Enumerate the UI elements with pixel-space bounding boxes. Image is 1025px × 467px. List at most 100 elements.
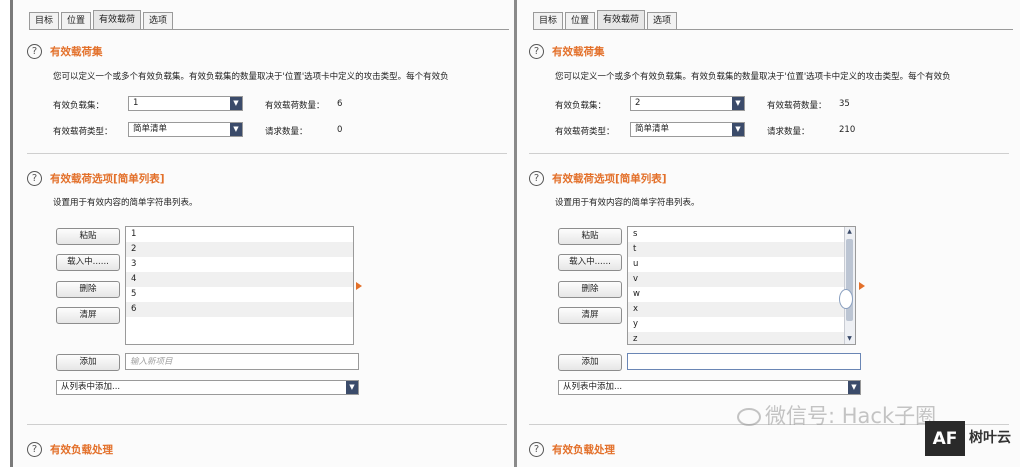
right-intruder-pane: 目标 位置 有效载荷 选项 ? 有效载荷集 您可以定义一个或多个有效负载集。有效… bbox=[514, 0, 1020, 467]
load-button[interactable]: 载入中...... bbox=[56, 254, 120, 271]
payload-set-value: 2 bbox=[635, 98, 641, 108]
payload-set-label: 有效负载集： bbox=[53, 101, 105, 111]
chevron-down-icon: ▼ bbox=[230, 97, 242, 110]
tab-bar: 目标 位置 有效载荷 选项 bbox=[533, 9, 1013, 30]
watermark-text: 微信号: Hack子圈 bbox=[765, 404, 937, 428]
request-count-value: 210 bbox=[839, 125, 856, 135]
add-from-list-select[interactable]: 从列表中添加... ▼ bbox=[56, 380, 359, 395]
request-count-value: 0 bbox=[337, 125, 343, 135]
list-item[interactable]: s bbox=[628, 227, 855, 242]
section-description: 设置用于有效内容的简单字符串列表。 bbox=[53, 198, 198, 208]
payload-count-label: 有效载荷数量： bbox=[767, 101, 827, 111]
section-title: 有效载荷选项[简单列表] bbox=[552, 173, 667, 185]
list-item[interactable]: t bbox=[628, 242, 855, 257]
add-button[interactable]: 添加 bbox=[558, 354, 622, 371]
divider bbox=[529, 153, 1009, 154]
scroll-down-icon[interactable]: ▼ bbox=[845, 334, 854, 344]
list-item[interactable]: v bbox=[628, 272, 855, 287]
add-from-list-label: 从列表中添加... bbox=[563, 382, 623, 392]
payload-set-select[interactable]: 1 ▼ bbox=[128, 96, 243, 111]
expand-arrow-icon[interactable] bbox=[356, 282, 362, 290]
add-from-list-label: 从列表中添加... bbox=[61, 382, 121, 392]
tab-target[interactable]: 目标 bbox=[533, 12, 564, 29]
payload-type-select[interactable]: 简单清单 ▼ bbox=[630, 122, 745, 137]
wechat-icon bbox=[737, 408, 761, 426]
payload-list[interactable]: 1 2 3 4 5 6 bbox=[125, 226, 354, 345]
payload-set-value: 1 bbox=[133, 98, 139, 108]
remove-button[interactable]: 删除 bbox=[56, 281, 120, 298]
list-scrollbar[interactable]: ▲ ▼ bbox=[839, 227, 855, 344]
payload-list[interactable]: s t u v w x y z ▲ ▼ bbox=[627, 226, 856, 345]
payload-sets-header: ? 有效载荷集 bbox=[529, 44, 605, 59]
list-item[interactable]: 6 bbox=[126, 302, 353, 317]
list-item[interactable]: x bbox=[628, 302, 855, 317]
add-from-list-select[interactable]: 从列表中添加... ▼ bbox=[558, 380, 861, 395]
add-item-input[interactable] bbox=[125, 353, 359, 370]
payload-count-value: 6 bbox=[337, 99, 343, 109]
tab-options[interactable]: 选项 bbox=[143, 12, 174, 29]
tab-bar: 目标 位置 有效载荷 选项 bbox=[29, 9, 509, 30]
tab-options[interactable]: 选项 bbox=[647, 12, 678, 29]
list-item[interactable]: 1 bbox=[126, 227, 353, 242]
add-item-input[interactable] bbox=[627, 353, 861, 370]
tab-payloads[interactable]: 有效载荷 bbox=[597, 10, 646, 29]
help-icon[interactable]: ? bbox=[529, 44, 544, 59]
clear-button[interactable]: 清屏 bbox=[558, 307, 622, 324]
section-description: 您可以定义一个或多个有效负载集。有效负载集的数量取决于'位置'选项卡中定义的攻击… bbox=[555, 72, 951, 82]
wechat-watermark: 微信号: Hack子圈 bbox=[737, 400, 936, 430]
chevron-down-icon: ▼ bbox=[346, 381, 358, 394]
tab-target[interactable]: 目标 bbox=[29, 12, 60, 29]
list-item[interactable]: z bbox=[628, 332, 855, 344]
load-button[interactable]: 载入中...... bbox=[558, 254, 622, 271]
section-title: 有效负载处理 bbox=[50, 444, 113, 456]
paste-button[interactable]: 粘贴 bbox=[558, 228, 622, 245]
tab-payloads[interactable]: 有效载荷 bbox=[93, 10, 142, 29]
section-description: 设置用于有效内容的简单字符串列表。 bbox=[555, 198, 700, 208]
help-icon[interactable]: ? bbox=[27, 44, 42, 59]
list-item[interactable]: 2 bbox=[126, 242, 353, 257]
payload-type-value: 简单清单 bbox=[133, 124, 168, 134]
payload-options-header: ? 有效载荷选项[简单列表] bbox=[529, 171, 667, 186]
payload-set-select[interactable]: 2 ▼ bbox=[630, 96, 745, 111]
request-count-label: 请求数量： bbox=[767, 127, 810, 137]
payload-count-label: 有效载荷数量： bbox=[265, 101, 325, 111]
list-item[interactable]: 5 bbox=[126, 287, 353, 302]
help-icon[interactable]: ? bbox=[529, 171, 544, 186]
help-icon[interactable]: ? bbox=[529, 442, 544, 457]
paste-button[interactable]: 粘贴 bbox=[56, 228, 120, 245]
tab-positions[interactable]: 位置 bbox=[565, 12, 596, 29]
payload-set-label: 有效负载集： bbox=[555, 101, 607, 111]
payload-type-select[interactable]: 简单清单 ▼ bbox=[128, 122, 243, 137]
section-description: 您可以定义一个或多个有效负载集。有效负载集的数量取决于'位置'选项卡中定义的攻击… bbox=[53, 72, 449, 82]
section-title: 有效负载处理 bbox=[552, 444, 615, 456]
remove-button[interactable]: 删除 bbox=[558, 281, 622, 298]
help-icon[interactable]: ? bbox=[27, 171, 42, 186]
payload-type-label: 有效载荷类型： bbox=[53, 127, 113, 137]
add-button[interactable]: 添加 bbox=[56, 354, 120, 371]
payload-processing-header: ? 有效负载处理 bbox=[27, 442, 113, 457]
chevron-down-icon: ▼ bbox=[848, 381, 860, 394]
left-intruder-pane: 目标 位置 有效载荷 选项 ? 有效载荷集 您可以定义一个或多个有效负载集。有效… bbox=[10, 0, 516, 467]
list-item[interactable]: y bbox=[628, 317, 855, 332]
chevron-down-icon: ▼ bbox=[230, 123, 242, 136]
divider bbox=[27, 153, 507, 154]
clear-button[interactable]: 清屏 bbox=[56, 307, 120, 324]
resize-handle[interactable] bbox=[839, 289, 853, 309]
payload-type-label: 有效载荷类型： bbox=[555, 127, 615, 137]
expand-arrow-icon[interactable] bbox=[859, 282, 865, 290]
tab-positions[interactable]: 位置 bbox=[61, 12, 92, 29]
help-icon[interactable]: ? bbox=[27, 442, 42, 457]
request-count-label: 请求数量： bbox=[265, 127, 308, 137]
divider bbox=[27, 424, 507, 425]
chevron-down-icon: ▼ bbox=[732, 123, 744, 136]
list-item[interactable]: 3 bbox=[126, 257, 353, 272]
chevron-down-icon: ▼ bbox=[732, 97, 744, 110]
scroll-up-icon[interactable]: ▲ bbox=[845, 227, 854, 237]
payload-options-header: ? 有效载荷选项[简单列表] bbox=[27, 171, 165, 186]
list-item[interactable]: w bbox=[628, 287, 855, 302]
payload-processing-header: ? 有效负载处理 bbox=[529, 442, 615, 457]
list-item[interactable]: 4 bbox=[126, 272, 353, 287]
payload-type-value: 简单清单 bbox=[635, 124, 670, 134]
brand-name: 树叶云 bbox=[969, 430, 1011, 446]
list-item[interactable]: u bbox=[628, 257, 855, 272]
